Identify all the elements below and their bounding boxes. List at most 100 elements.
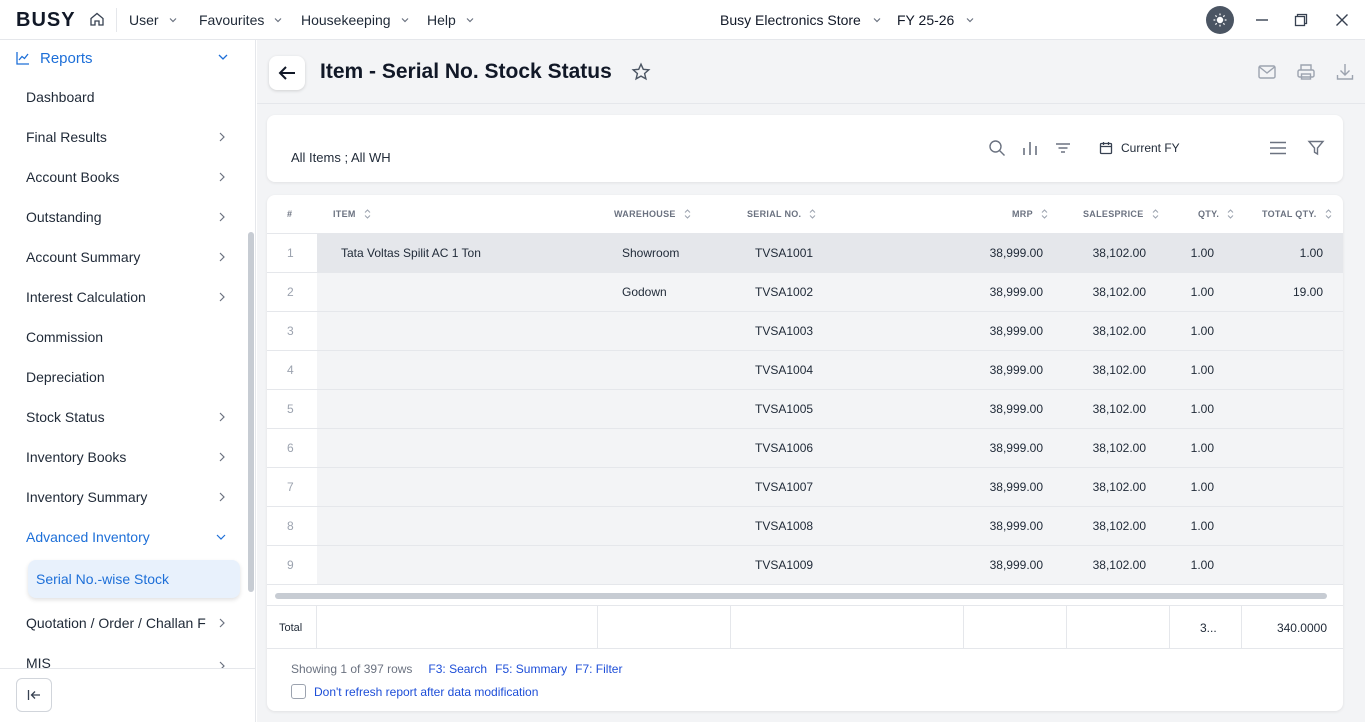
cell-qty: 1.00 bbox=[1190, 441, 1214, 455]
row-count-text: Showing 1 of 397 rows bbox=[291, 662, 413, 676]
cell-sp: 38,102.00 bbox=[1092, 402, 1146, 416]
column-header-mrp[interactable]: MRP bbox=[1012, 209, 1048, 219]
sidebar-item-final-results[interactable]: Final Results bbox=[26, 125, 230, 149]
cell-serial: TVSA1006 bbox=[755, 441, 814, 455]
sidebar-item-mis[interactable]: MIS bbox=[26, 651, 230, 669]
chevron-down-icon bbox=[216, 534, 226, 540]
back-button[interactable] bbox=[269, 56, 305, 90]
busy-logo: BUSY bbox=[16, 9, 76, 31]
cell-n: 2 bbox=[287, 285, 294, 299]
horizontal-scrollbar[interactable] bbox=[275, 593, 1327, 599]
cell-mrp: 38,999.00 bbox=[989, 402, 1043, 416]
cell-sp: 38,102.00 bbox=[1092, 558, 1146, 572]
menu-help-label: Help bbox=[427, 12, 456, 28]
column-header-total-qty[interactable]: TOTAL QTY. bbox=[1262, 209, 1332, 219]
row-body bbox=[317, 546, 1343, 584]
sidebar-item-label: Inventory Books bbox=[26, 449, 127, 465]
column-header-qty[interactable]: QTY. bbox=[1198, 209, 1234, 219]
refresh-option[interactable]: Don't refresh report after data modifica… bbox=[291, 684, 538, 699]
column-header-label: TOTAL QTY. bbox=[1262, 209, 1317, 219]
menu-housekeeping-label: Housekeeping bbox=[301, 12, 391, 28]
column-header-warehouse[interactable]: WAREHOUSE bbox=[614, 209, 691, 219]
collapse-sidebar-button[interactable] bbox=[16, 678, 52, 712]
cell-item: Tata Voltas Spilit AC 1 Ton bbox=[341, 246, 481, 260]
sidebar-subitem-serial-no-wise-stock[interactable]: Serial No.-wise Stock bbox=[28, 560, 240, 598]
sidebar-section-label: Reports bbox=[40, 49, 93, 67]
table-row[interactable]: 8 TVSA1008 38,999.00 38,102.00 1.00 bbox=[267, 507, 1343, 546]
mail-icon[interactable] bbox=[1257, 62, 1277, 82]
fy-selector[interactable]: FY 25-26 bbox=[897, 12, 974, 28]
home-icon[interactable] bbox=[89, 11, 105, 27]
table-row[interactable]: 7 TVSA1007 38,999.00 38,102.00 1.00 bbox=[267, 468, 1343, 507]
sort-icon bbox=[1325, 209, 1331, 219]
shortcut-filter-link[interactable]: F7: Filter bbox=[575, 662, 622, 676]
cell-sp: 38,102.00 bbox=[1092, 519, 1146, 533]
sidebar-item-account-summary[interactable]: Account Summary bbox=[26, 245, 230, 269]
sidebar-item-label: MIS bbox=[26, 655, 51, 669]
bar-chart-icon[interactable] bbox=[1021, 139, 1039, 157]
column-header-item[interactable]: ITEM bbox=[333, 209, 371, 219]
column-header-label: SERIAL NO. bbox=[747, 209, 802, 219]
print-icon[interactable] bbox=[1296, 62, 1316, 82]
sort-lines-icon[interactable] bbox=[1054, 139, 1072, 157]
shortcut-search-link[interactable]: F3: Search bbox=[428, 662, 487, 676]
table-row[interactable]: 5 TVSA1005 38,999.00 38,102.00 1.00 bbox=[267, 390, 1343, 429]
sidebar-item-commission[interactable]: Commission bbox=[26, 325, 230, 349]
restore-icon[interactable] bbox=[1293, 12, 1309, 28]
sidebar-section-reports[interactable]: Reports bbox=[16, 46, 236, 70]
sidebar-item-dashboard[interactable]: Dashboard bbox=[26, 85, 230, 109]
sidebar-item-outstanding[interactable]: Outstanding bbox=[26, 205, 230, 229]
chevron-down-icon bbox=[169, 18, 176, 23]
menu-user[interactable]: User bbox=[129, 12, 177, 28]
sidebar-item-inventory-books[interactable]: Inventory Books bbox=[26, 445, 230, 469]
total-row: Total 3... 340.0000 bbox=[267, 605, 1343, 649]
menu-housekeeping[interactable]: Housekeeping bbox=[301, 12, 409, 28]
shortcut-summary-link[interactable]: F5: Summary bbox=[495, 662, 567, 676]
minimize-icon[interactable] bbox=[1254, 12, 1270, 28]
divider bbox=[116, 8, 117, 32]
sidebar-item-interest-calculation[interactable]: Interest Calculation bbox=[26, 285, 230, 309]
sidebar-scrollbar[interactable] bbox=[248, 232, 254, 592]
sidebar-item-quotation-order-challan[interactable]: Quotation / Order / Challan F bbox=[26, 611, 230, 635]
table-row[interactable]: 2 Godown TVSA1002 38,999.00 38,102.00 1.00 19.… bbox=[267, 273, 1343, 312]
total-cell: 3... bbox=[1170, 606, 1242, 649]
sidebar-item-inventory-summary[interactable]: Inventory Summary bbox=[26, 485, 230, 509]
line-chart-icon bbox=[16, 52, 29, 65]
column-header-serial-no[interactable]: SERIAL NO. bbox=[747, 209, 816, 219]
table-row[interactable]: 9 TVSA1009 38,999.00 38,102.00 1.00 bbox=[267, 546, 1343, 585]
star-icon[interactable] bbox=[631, 62, 651, 82]
total-total-qty-value: 340.0000 bbox=[1276, 621, 1327, 635]
column-header-salesprice[interactable]: SALESPRICE bbox=[1083, 209, 1159, 219]
sidebar-item-label: Final Results bbox=[26, 129, 107, 145]
menu-icon[interactable] bbox=[1269, 139, 1287, 157]
table-row[interactable]: 6 TVSA1006 38,999.00 38,102.00 1.00 bbox=[267, 429, 1343, 468]
cell-qty: 1.00 bbox=[1190, 363, 1214, 377]
chevron-down-icon bbox=[218, 54, 228, 60]
menu-help[interactable]: Help bbox=[427, 12, 474, 28]
cell-serial: TVSA1003 bbox=[755, 324, 814, 338]
cell-n: 1 bbox=[287, 246, 294, 260]
sidebar-item-stock-status[interactable]: Stock Status bbox=[26, 405, 230, 429]
row-body bbox=[317, 507, 1343, 545]
filter-icon[interactable] bbox=[1307, 139, 1325, 157]
sidebar-item-depreciation[interactable]: Depreciation bbox=[26, 365, 230, 389]
company-selector[interactable]: Busy Electronics Store bbox=[720, 12, 881, 28]
download-icon[interactable] bbox=[1335, 62, 1355, 82]
search-icon[interactable] bbox=[988, 139, 1006, 157]
cell-n: 7 bbox=[287, 480, 294, 494]
table-row[interactable]: 3 TVSA1003 38,999.00 38,102.00 1.00 bbox=[267, 312, 1343, 351]
calendar-icon bbox=[1099, 142, 1113, 155]
cell-serial: TVSA1001 bbox=[755, 246, 814, 260]
close-icon[interactable] bbox=[1334, 12, 1350, 28]
sidebar-subitem-label: Serial No.-wise Stock bbox=[36, 571, 170, 587]
cell-qty: 1.00 bbox=[1190, 285, 1214, 299]
table-row[interactable]: 4 TVSA1004 38,999.00 38,102.00 1.00 bbox=[267, 351, 1343, 390]
sidebar-item-account-books[interactable]: Account Books bbox=[26, 165, 230, 189]
theme-toggle-button[interactable] bbox=[1206, 6, 1234, 34]
fy-label: FY 25-26 bbox=[897, 12, 955, 28]
period-selector[interactable]: Current FY bbox=[1099, 141, 1180, 155]
sidebar-item-advanced-inventory[interactable]: Advanced Inventory bbox=[26, 525, 230, 549]
table-row[interactable]: 1 Tata Voltas Spilit AC 1 Ton Showroom TVSA… bbox=[267, 234, 1343, 273]
refresh-checkbox[interactable] bbox=[291, 684, 306, 699]
menu-favourites[interactable]: Favourites bbox=[199, 12, 282, 28]
